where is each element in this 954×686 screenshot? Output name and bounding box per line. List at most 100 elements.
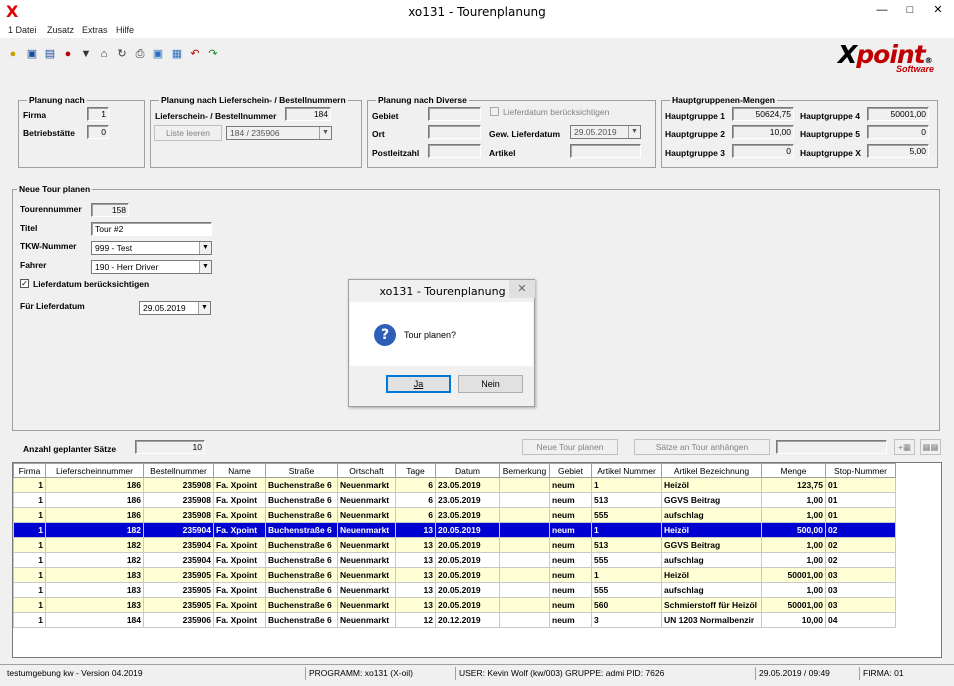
table-row[interactable]: 1 182 235904 Fa. Xpoint Buchenstraße 6 Neuenm…: [13, 537, 896, 553]
chevron-down-icon[interactable]: ▼: [199, 242, 211, 254]
minimize-button[interactable]: —: [868, 0, 896, 20]
table-row[interactable]: 1 184 235906 Fa. Xpoint Buchenstraße 6 Neuenm…: [13, 612, 896, 628]
table-cell: Fa. Xpoint: [213, 552, 266, 568]
chevron-down-icon[interactable]: ▼: [319, 127, 331, 139]
table-cell: 235905: [143, 567, 214, 583]
database-icon[interactable]: ●: [61, 46, 75, 62]
table-cell: Neuenmarkt: [337, 582, 396, 598]
column-header[interactable]: Bemerkung: [499, 463, 550, 478]
menu-zusatz[interactable]: Zusatz: [47, 25, 74, 35]
refresh-icon[interactable]: ↻: [115, 46, 129, 62]
column-header[interactable]: Name: [213, 463, 266, 478]
gebiet-field[interactable]: [428, 107, 481, 121]
home-icon[interactable]: ⌂: [97, 46, 111, 62]
menu-bar: 1 Datei Zusatz Extras Hilfe: [0, 24, 954, 38]
help-icon[interactable]: ▣: [25, 46, 39, 62]
planung-nach-group: Planung nach Firma 1 Betriebstätte 0: [18, 95, 145, 168]
column-header[interactable]: Stop-Nummer: [825, 463, 896, 478]
tkw-combo[interactable]: 999 - Test ▼: [91, 241, 212, 255]
table-cell: UN 1203 Normalbenzir: [661, 612, 762, 628]
column-header[interactable]: Menge: [761, 463, 826, 478]
truck-icon[interactable]: ▦▦: [920, 439, 941, 455]
no-button[interactable]: Nein: [458, 375, 523, 393]
table-cell: 1: [13, 507, 46, 523]
column-header[interactable]: Ortschaft: [337, 463, 396, 478]
lightbulb-icon[interactable]: ●: [6, 46, 20, 62]
anzahl-field: 10: [135, 440, 205, 454]
table-cell: 50001,00: [761, 597, 826, 613]
titel-input[interactable]: Tour #2: [91, 222, 212, 236]
filter-icon[interactable]: ▼: [79, 46, 93, 62]
redo-icon[interactable]: ↷: [206, 46, 220, 62]
yes-button[interactable]: Ja: [386, 375, 451, 393]
maximize-button[interactable]: □: [896, 0, 924, 20]
dialog-close-button[interactable]: ✕: [509, 280, 535, 298]
table-cell: 1: [591, 477, 662, 493]
book-icon[interactable]: ▤: [43, 46, 57, 62]
table-cell: 03: [825, 582, 896, 598]
column-header[interactable]: Straße: [265, 463, 338, 478]
table-cell: 560: [591, 597, 662, 613]
betriebsstaette-label: Betriebstätte: [23, 128, 75, 138]
table-row[interactable]: 1 186 235908 Fa. Xpoint Buchenstraße 6 Neuenm…: [13, 507, 896, 523]
liste-leeren-button[interactable]: Liste leeren: [154, 125, 222, 141]
save-icon[interactable]: ▦: [170, 46, 184, 62]
column-header[interactable]: Lieferscheinnummer: [45, 463, 144, 478]
table-cell: neum: [549, 507, 592, 523]
table-row[interactable]: 1 182 235904 Fa. Xpoint Buchenstraße 6 Neuenm…: [13, 522, 896, 538]
undo-icon[interactable]: ↶: [188, 46, 202, 62]
lieferschein-combo[interactable]: 184 / 235906 ▼: [226, 126, 332, 140]
table-cell: 235908: [143, 492, 214, 508]
fahrer-combo[interactable]: 190 - Herr Driver ▼: [91, 260, 212, 274]
table-cell: 20.05.2019: [435, 567, 500, 583]
chevron-down-icon[interactable]: ▼: [199, 261, 211, 273]
status-env: testumgebung kw - Version 04.2019: [7, 668, 143, 678]
tour-select-field[interactable]: [776, 440, 887, 454]
lieferdatum-checkbox-tour[interactable]: ✓: [20, 279, 29, 288]
positions-table[interactable]: Firma Lieferscheinnummer Bestellnummer Name…: [12, 462, 942, 658]
column-header[interactable]: Tage: [395, 463, 436, 478]
table-cell: GGVS Beitrag: [661, 537, 762, 553]
table-cell: Neuenmarkt: [337, 567, 396, 583]
ort-field[interactable]: [428, 125, 481, 139]
table-row[interactable]: 1 183 235905 Fa. Xpoint Buchenstraße 6 Neuenm…: [13, 582, 896, 598]
table-row[interactable]: 1 183 235905 Fa. Xpoint Buchenstraße 6 Neuenm…: [13, 597, 896, 613]
xpoint-logo: Xpoint® Software: [838, 40, 934, 74]
column-header[interactable]: Firma: [13, 463, 46, 478]
table-cell: Buchenstraße 6: [265, 492, 338, 508]
chevron-down-icon[interactable]: ▼: [198, 302, 210, 314]
neue-tour-planen-button[interactable]: Neue Tour planen: [522, 439, 618, 455]
table-cell: 183: [45, 582, 144, 598]
screen-icon[interactable]: ▣: [151, 46, 165, 62]
table-row[interactable]: 1 186 235908 Fa. Xpoint Buchenstraße 6 Neuenm…: [13, 477, 896, 493]
saetze-anhaengen-button[interactable]: Sätze an Tour anhängen: [634, 439, 770, 455]
table-cell: 1: [13, 552, 46, 568]
table-row[interactable]: 1 186 235908 Fa. Xpoint Buchenstraße 6 Neuenm…: [13, 492, 896, 508]
gew-lieferdatum-combo[interactable]: 29.05.2019 ▼: [570, 125, 641, 139]
close-button[interactable]: ✕: [924, 0, 952, 20]
table-row[interactable]: 1 182 235904 Fa. Xpoint Buchenstraße 6 Neuenm…: [13, 552, 896, 568]
fuer-lieferdatum-combo[interactable]: 29.05.2019 ▼: [139, 301, 211, 315]
table-row[interactable]: 1 183 235905 Fa. Xpoint Buchenstraße 6 Neuenm…: [13, 567, 896, 583]
print-icon[interactable]: ⎙: [133, 46, 147, 62]
add-tour-icon[interactable]: +▦: [894, 439, 915, 455]
table-cell: aufschlag: [661, 582, 762, 598]
menu-extras[interactable]: Extras: [82, 25, 108, 35]
column-header[interactable]: Artikel Bezeichnung: [661, 463, 762, 478]
table-cell: Neuenmarkt: [337, 612, 396, 628]
column-header[interactable]: Gebiet: [549, 463, 592, 478]
table-cell: 20.05.2019: [435, 582, 500, 598]
column-header[interactable]: Artikel Nummer: [591, 463, 662, 478]
chevron-down-icon[interactable]: ▼: [628, 126, 640, 138]
lieferdatum-checkbox[interactable]: [490, 107, 499, 116]
column-header[interactable]: Bestellnummer: [143, 463, 214, 478]
column-header[interactable]: Datum: [435, 463, 500, 478]
status-firma: FIRMA: 01: [859, 667, 904, 680]
menu-datei[interactable]: 1 Datei: [8, 25, 37, 35]
gew-lieferdatum-label: Gew. Lieferdatum: [489, 129, 561, 139]
menu-hilfe[interactable]: Hilfe: [116, 25, 134, 35]
artikel-field[interactable]: [570, 144, 641, 158]
hg1-field: 50624,75: [732, 107, 794, 121]
plz-field[interactable]: [428, 144, 481, 158]
table-cell: 13: [395, 582, 436, 598]
